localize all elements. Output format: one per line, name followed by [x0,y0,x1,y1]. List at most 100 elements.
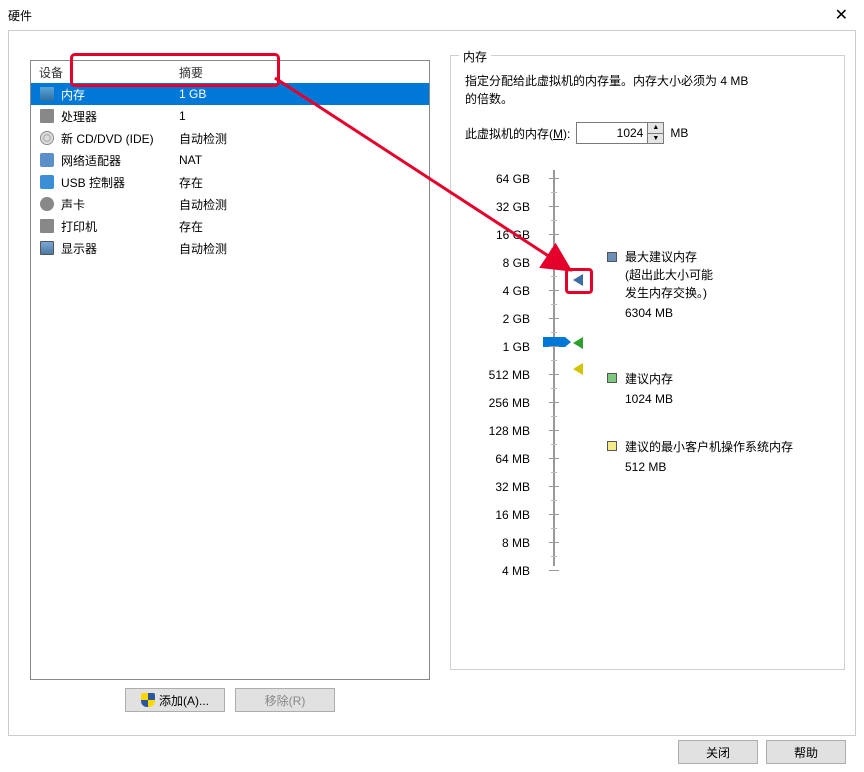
max-recommended-value: 6304 MB [625,304,820,322]
scale-tick [549,262,559,263]
scale-label: 4 MB [470,564,530,578]
scale-tick [549,318,559,319]
max-recommended-note1: (超出此大小可能 [625,266,820,284]
remove-button-label: 移除(R) [265,692,306,709]
scale-label: 8 GB [470,256,530,270]
scale-subtick [551,500,557,501]
close-button[interactable]: 关闭 [678,740,758,764]
square-blue-icon [607,252,617,262]
memory-input[interactable] [577,123,647,143]
memory-panel: 内存 指定分配给此虚拟机的内存量。内存大小必须为 4 MB 的倍数。 此虚拟机的… [450,55,845,670]
scale-label: 64 GB [470,172,530,186]
scale-tick [549,542,559,543]
scale-subtick [551,556,557,557]
scale-label: 512 MB [470,368,530,382]
scale-tick [549,234,559,235]
device-row-cpu[interactable]: 处理器 1 [31,105,429,127]
shield-icon [141,693,155,707]
disc-icon [39,130,55,146]
scale-tick [549,570,559,571]
square-yellow-icon [607,441,617,451]
scale-label: 16 GB [470,228,530,242]
device-name: 内存 [61,86,179,103]
scale-subtick [551,220,557,221]
device-row-display[interactable]: 显示器 自动检测 [31,237,429,259]
device-summary: 1 [179,109,429,123]
device-summary: 1 GB [179,87,429,101]
scale-tick [549,458,559,459]
content-area: 设备 摘要 内存 1 GB 处理器 1 新 CD/DVD (IDE) 自动检测 … [18,40,846,726]
titlebar: 硬件 ✕ [0,0,864,30]
recommended-title: 建议内存 [625,370,820,388]
device-list-header: 设备 摘要 [31,61,429,83]
device-list: 设备 摘要 内存 1 GB 处理器 1 新 CD/DVD (IDE) 自动检测 … [30,60,430,680]
spinner-down-icon[interactable]: ▼ [648,134,663,144]
recommended-value: 1024 MB [625,390,820,408]
scale-label: 128 MB [470,424,530,438]
memory-icon [39,86,55,102]
spinner-up-icon[interactable]: ▲ [648,123,663,134]
scale-subtick [551,332,557,333]
scale-subtick [551,416,557,417]
remove-button[interactable]: 移除(R) [235,688,335,712]
spinner-arrows: ▲ ▼ [647,123,663,143]
device-summary: 存在 [179,174,429,191]
scale-tick [549,514,559,515]
memory-input-label: 此虚拟机的内存(M): [465,125,570,142]
network-icon [39,152,55,168]
scale-label: 4 GB [470,284,530,298]
min-recommended-title: 建议的最小客户机操作系统内存 [625,438,820,456]
device-name: 新 CD/DVD (IDE) [61,130,179,147]
sound-icon [39,196,55,212]
memory-scale[interactable]: 最大建议内存 (超出此大小可能 发生内存交换。) 6304 MB 建议内存 10… [465,166,835,576]
scale-label: 2 GB [470,312,530,326]
dialog-buttons: 关闭 帮助 [678,740,846,764]
device-row-usb[interactable]: USB 控制器 存在 [31,171,429,193]
scale-tick [549,290,559,291]
device-row-memory[interactable]: 内存 1 GB [31,83,429,105]
scale-tick [549,374,559,375]
memory-spinner[interactable]: ▲ ▼ [576,122,664,144]
scale-track [553,170,555,566]
device-row-printer[interactable]: 打印机 存在 [31,215,429,237]
square-green-icon [607,373,617,383]
device-row-cddvd[interactable]: 新 CD/DVD (IDE) 自动检测 [31,127,429,149]
device-name: 显示器 [61,240,179,257]
scale-tick [549,402,559,403]
scale-label: 8 MB [470,536,530,550]
scale-tick [549,430,559,431]
device-name: USB 控制器 [61,174,179,191]
device-row-network[interactable]: 网络适配器 NAT [31,149,429,171]
recommended-marker-icon [573,337,583,349]
device-summary: 自动检测 [179,130,429,147]
scale-subtick [551,444,557,445]
memory-description-line2: 的倍数。 [465,90,830,108]
device-name: 声卡 [61,196,179,213]
scale-label: 64 MB [470,452,530,466]
memory-groupbox-title: 内存 [459,48,491,65]
scale-label: 32 MB [470,480,530,494]
scale-subtick [551,276,557,277]
add-button[interactable]: 添加(A)... [125,688,225,712]
device-name: 打印机 [61,218,179,235]
memory-input-row: 此虚拟机的内存(M): ▲ ▼ MB [465,122,830,144]
scale-label: 256 MB [470,396,530,410]
max-recommended-title: 最大建议内存 [625,248,820,266]
display-icon [39,240,55,256]
max-recommended-note2: 发生内存交换。) [625,284,820,302]
device-summary: NAT [179,153,429,167]
scale-subtick [551,388,557,389]
window-title: 硬件 [8,7,32,24]
printer-icon [39,218,55,234]
scale-tick [549,486,559,487]
device-name: 网络适配器 [61,152,179,169]
scale-label: 16 MB [470,508,530,522]
add-button-label: 添加(A)... [159,692,209,709]
scale-label: 32 GB [470,200,530,214]
device-row-sound[interactable]: 声卡 自动检测 [31,193,429,215]
max-recommended-block: 最大建议内存 (超出此大小可能 发生内存交换。) 6304 MB [625,248,820,322]
help-button[interactable]: 帮助 [766,740,846,764]
close-icon[interactable]: ✕ [827,1,856,29]
max-recommended-marker-icon [573,274,583,286]
usb-icon [39,174,55,190]
